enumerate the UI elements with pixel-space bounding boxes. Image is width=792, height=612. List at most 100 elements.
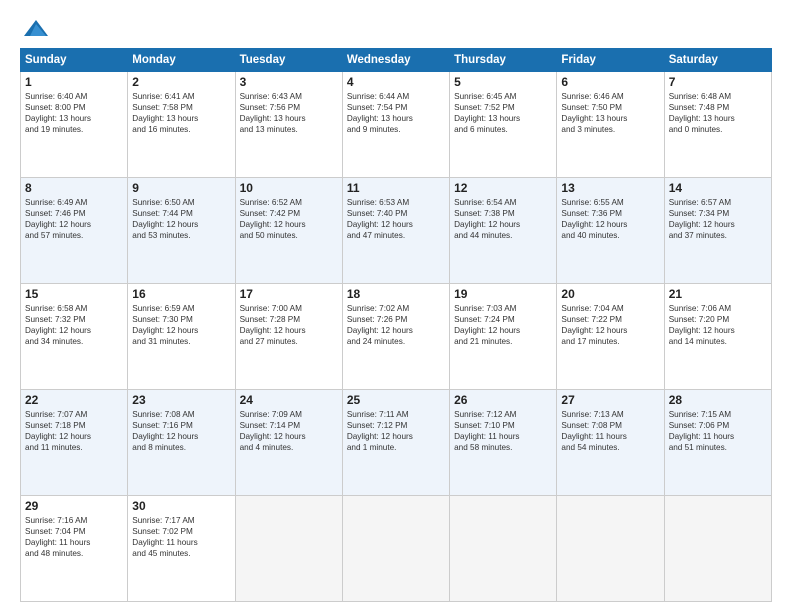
calendar-cell: 18 Sunrise: 7:02 AMSunset: 7:26 PMDayligh… [342, 284, 449, 390]
day-number: 7 [669, 75, 767, 89]
day-header-wednesday: Wednesday [342, 49, 449, 72]
day-header-tuesday: Tuesday [235, 49, 342, 72]
cell-content: Sunrise: 6:41 AMSunset: 7:58 PMDaylight:… [132, 91, 230, 135]
cell-content: Sunrise: 7:16 AMSunset: 7:04 PMDaylight:… [25, 515, 123, 559]
calendar-cell: 3 Sunrise: 6:43 AMSunset: 7:56 PMDaylight… [235, 72, 342, 178]
calendar-cell: 8 Sunrise: 6:49 AMSunset: 7:46 PMDaylight… [21, 178, 128, 284]
cell-content: Sunrise: 7:04 AMSunset: 7:22 PMDaylight:… [561, 303, 659, 347]
calendar-cell [235, 496, 342, 602]
day-number: 20 [561, 287, 659, 301]
cell-content: Sunrise: 7:07 AMSunset: 7:18 PMDaylight:… [25, 409, 123, 453]
cell-content: Sunrise: 6:55 AMSunset: 7:36 PMDaylight:… [561, 197, 659, 241]
calendar-cell: 2 Sunrise: 6:41 AMSunset: 7:58 PMDaylight… [128, 72, 235, 178]
day-number: 12 [454, 181, 552, 195]
day-number: 4 [347, 75, 445, 89]
day-number: 14 [669, 181, 767, 195]
logo [20, 18, 50, 38]
day-number: 3 [240, 75, 338, 89]
calendar-cell: 13Sunrise: 6:55 AMSunset: 7:36 PMDayligh… [557, 178, 664, 284]
cell-content: Sunrise: 6:53 AMSunset: 7:40 PMDaylight:… [347, 197, 445, 241]
cell-content: Sunrise: 6:50 AMSunset: 7:44 PMDaylight:… [132, 197, 230, 241]
day-header-thursday: Thursday [450, 49, 557, 72]
day-number: 9 [132, 181, 230, 195]
cell-content: Sunrise: 7:08 AMSunset: 7:16 PMDaylight:… [132, 409, 230, 453]
calendar-cell: 11 Sunrise: 6:53 AMSunset: 7:40 PMDayligh… [342, 178, 449, 284]
day-number: 27 [561, 393, 659, 407]
cell-content: Sunrise: 6:54 AMSunset: 7:38 PMDaylight:… [454, 197, 552, 241]
day-number: 30 [132, 499, 230, 513]
calendar-week-row: 29 Sunrise: 7:16 AMSunset: 7:04 PMDayligh… [21, 496, 772, 602]
calendar-cell: 26 Sunrise: 7:12 AMSunset: 7:10 PMDayligh… [450, 390, 557, 496]
calendar-cell: 20 Sunrise: 7:04 AMSunset: 7:22 PMDayligh… [557, 284, 664, 390]
calendar-cell: 1 Sunrise: 6:40 AMSunset: 8:00 PMDaylight… [21, 72, 128, 178]
cell-content: Sunrise: 6:59 AMSunset: 7:30 PMDaylight:… [132, 303, 230, 347]
calendar-cell: 24Sunrise: 7:09 AMSunset: 7:14 PMDayligh… [235, 390, 342, 496]
cell-content: Sunrise: 7:11 AMSunset: 7:12 PMDaylight:… [347, 409, 445, 453]
day-number: 18 [347, 287, 445, 301]
cell-content: Sunrise: 6:43 AMSunset: 7:56 PMDaylight:… [240, 91, 338, 135]
calendar-cell: 28 Sunrise: 7:15 AMSunset: 7:06 PMDayligh… [664, 390, 771, 496]
calendar-table: SundayMondayTuesdayWednesdayThursdayFrid… [20, 48, 772, 602]
calendar-cell: 29 Sunrise: 7:16 AMSunset: 7:04 PMDayligh… [21, 496, 128, 602]
calendar-cell: 9 Sunrise: 6:50 AMSunset: 7:44 PMDaylight… [128, 178, 235, 284]
day-number: 6 [561, 75, 659, 89]
calendar-week-row: 1 Sunrise: 6:40 AMSunset: 8:00 PMDaylight… [21, 72, 772, 178]
day-number: 24 [240, 393, 338, 407]
cell-content: Sunrise: 7:12 AMSunset: 7:10 PMDaylight:… [454, 409, 552, 453]
calendar-cell: 15Sunrise: 6:58 AMSunset: 7:32 PMDayligh… [21, 284, 128, 390]
cell-content: Sunrise: 7:00 AMSunset: 7:28 PMDaylight:… [240, 303, 338, 347]
header [20, 18, 772, 38]
day-number: 1 [25, 75, 123, 89]
calendar-cell: 10 Sunrise: 6:52 AMSunset: 7:42 PMDayligh… [235, 178, 342, 284]
calendar-header-row: SundayMondayTuesdayWednesdayThursdayFrid… [21, 49, 772, 72]
cell-content: Sunrise: 6:57 AMSunset: 7:34 PMDaylight:… [669, 197, 767, 241]
day-number: 25 [347, 393, 445, 407]
cell-content: Sunrise: 7:15 AMSunset: 7:06 PMDaylight:… [669, 409, 767, 453]
day-number: 29 [25, 499, 123, 513]
calendar-cell: 27Sunrise: 7:13 AMSunset: 7:08 PMDayligh… [557, 390, 664, 496]
calendar-cell: 21 Sunrise: 7:06 AMSunset: 7:20 PMDayligh… [664, 284, 771, 390]
day-number: 22 [25, 393, 123, 407]
day-header-monday: Monday [128, 49, 235, 72]
cell-content: Sunrise: 7:03 AMSunset: 7:24 PMDaylight:… [454, 303, 552, 347]
calendar-week-row: 15Sunrise: 6:58 AMSunset: 7:32 PMDayligh… [21, 284, 772, 390]
day-number: 26 [454, 393, 552, 407]
cell-content: Sunrise: 6:58 AMSunset: 7:32 PMDaylight:… [25, 303, 123, 347]
page: SundayMondayTuesdayWednesdayThursdayFrid… [0, 0, 792, 612]
day-number: 21 [669, 287, 767, 301]
day-number: 19 [454, 287, 552, 301]
calendar-cell [342, 496, 449, 602]
calendar-cell: 16Sunrise: 6:59 AMSunset: 7:30 PMDayligh… [128, 284, 235, 390]
day-number: 11 [347, 181, 445, 195]
calendar-cell: 12 Sunrise: 6:54 AMSunset: 7:38 PMDayligh… [450, 178, 557, 284]
cell-content: Sunrise: 7:06 AMSunset: 7:20 PMDaylight:… [669, 303, 767, 347]
cell-content: Sunrise: 6:40 AMSunset: 8:00 PMDaylight:… [25, 91, 123, 135]
calendar-cell: 17 Sunrise: 7:00 AMSunset: 7:28 PMDayligh… [235, 284, 342, 390]
cell-content: Sunrise: 6:49 AMSunset: 7:46 PMDaylight:… [25, 197, 123, 241]
cell-content: Sunrise: 7:17 AMSunset: 7:02 PMDaylight:… [132, 515, 230, 559]
calendar-cell [450, 496, 557, 602]
logo-icon [22, 18, 50, 38]
calendar-cell: 14 Sunrise: 6:57 AMSunset: 7:34 PMDayligh… [664, 178, 771, 284]
day-header-friday: Friday [557, 49, 664, 72]
day-header-sunday: Sunday [21, 49, 128, 72]
day-number: 10 [240, 181, 338, 195]
day-header-saturday: Saturday [664, 49, 771, 72]
calendar-week-row: 22 Sunrise: 7:07 AMSunset: 7:18 PMDayligh… [21, 390, 772, 496]
cell-content: Sunrise: 6:52 AMSunset: 7:42 PMDaylight:… [240, 197, 338, 241]
calendar-cell: 6Sunrise: 6:46 AMSunset: 7:50 PMDaylight… [557, 72, 664, 178]
cell-content: Sunrise: 6:48 AMSunset: 7:48 PMDaylight:… [669, 91, 767, 135]
day-number: 17 [240, 287, 338, 301]
cell-content: Sunrise: 6:44 AMSunset: 7:54 PMDaylight:… [347, 91, 445, 135]
calendar-cell: 22 Sunrise: 7:07 AMSunset: 7:18 PMDayligh… [21, 390, 128, 496]
cell-content: Sunrise: 7:02 AMSunset: 7:26 PMDaylight:… [347, 303, 445, 347]
calendar-cell: 25 Sunrise: 7:11 AMSunset: 7:12 PMDayligh… [342, 390, 449, 496]
day-number: 8 [25, 181, 123, 195]
day-number: 28 [669, 393, 767, 407]
day-number: 23 [132, 393, 230, 407]
day-number: 2 [132, 75, 230, 89]
calendar-cell [557, 496, 664, 602]
calendar-cell: 19 Sunrise: 7:03 AMSunset: 7:24 PMDayligh… [450, 284, 557, 390]
calendar-cell: 7 Sunrise: 6:48 AMSunset: 7:48 PMDaylight… [664, 72, 771, 178]
calendar-cell: 23 Sunrise: 7:08 AMSunset: 7:16 PMDayligh… [128, 390, 235, 496]
